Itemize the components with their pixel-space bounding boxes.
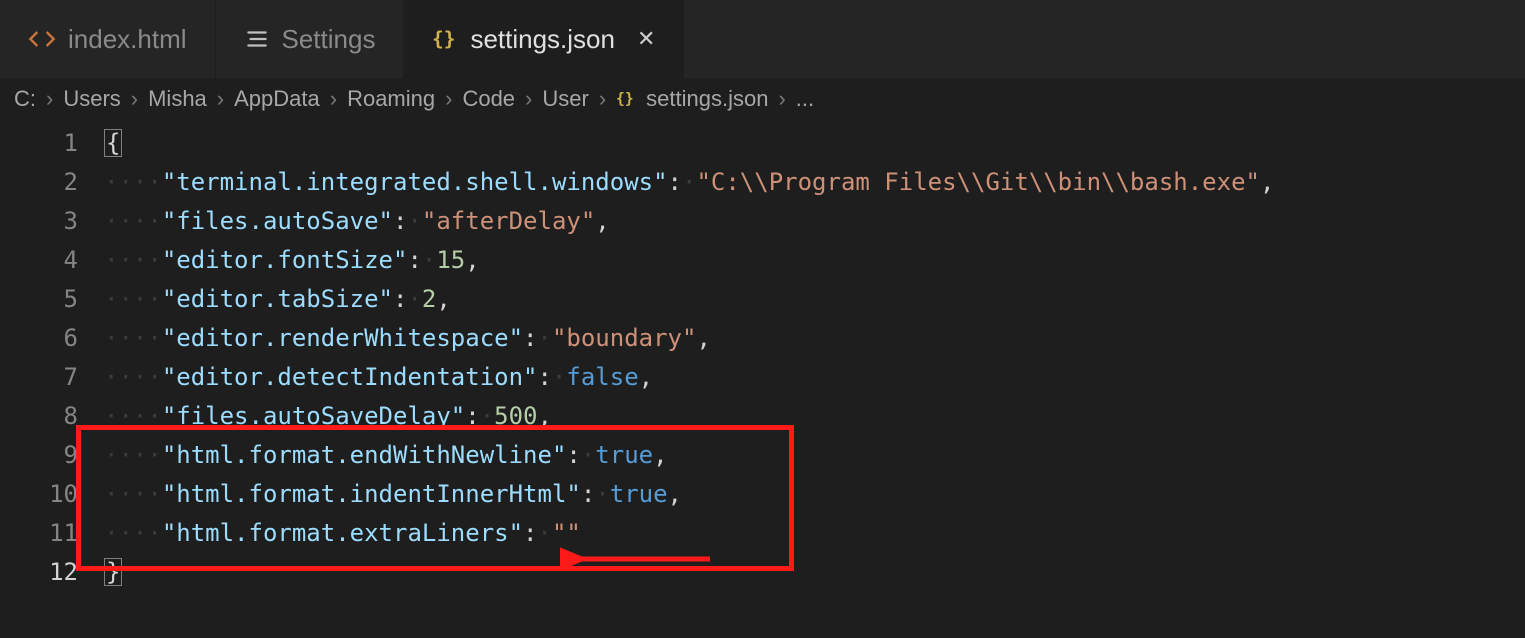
code-line[interactable]: } bbox=[104, 553, 1525, 592]
code-line[interactable]: ····"terminal.integrated.shell.windows":… bbox=[104, 163, 1525, 202]
code-editor[interactable]: 123456789101112 {····"terminal.integrate… bbox=[0, 120, 1525, 592]
tab-bar: index.html Settings {} settings.json ✕ bbox=[0, 0, 1525, 78]
code-line[interactable]: ····"files.autoSave":·"afterDelay", bbox=[104, 202, 1525, 241]
tab-label: index.html bbox=[68, 24, 187, 55]
line-number: 9 bbox=[0, 436, 78, 475]
line-number: 5 bbox=[0, 280, 78, 319]
crumb-file-label: settings.json bbox=[646, 86, 768, 112]
line-number: 6 bbox=[0, 319, 78, 358]
code-line[interactable]: ····"files.autoSaveDelay":·500, bbox=[104, 397, 1525, 436]
crumb[interactable]: C: bbox=[14, 86, 36, 112]
tab-settings[interactable]: Settings bbox=[216, 0, 405, 78]
json-file-icon: {} bbox=[616, 88, 638, 110]
line-number: 1 bbox=[0, 124, 78, 163]
code-content[interactable]: {····"terminal.integrated.shell.windows"… bbox=[104, 124, 1525, 592]
chevron-right-icon: › bbox=[131, 86, 138, 112]
chevron-right-icon: › bbox=[599, 86, 606, 112]
code-line[interactable]: { bbox=[104, 124, 1525, 163]
svg-text:{}: {} bbox=[432, 28, 455, 51]
line-number: 8 bbox=[0, 397, 78, 436]
line-number-gutter: 123456789101112 bbox=[0, 124, 104, 592]
line-number: 4 bbox=[0, 241, 78, 280]
breadcrumb: C: › Users › Misha › AppData › Roaming ›… bbox=[0, 78, 1525, 120]
code-line[interactable]: ····"html.format.endWithNewline":·true, bbox=[104, 436, 1525, 475]
tab-label: Settings bbox=[282, 24, 376, 55]
html-file-icon bbox=[28, 25, 56, 53]
tab-label: settings.json bbox=[470, 24, 615, 55]
crumb[interactable]: Users bbox=[63, 86, 120, 112]
close-icon[interactable]: ✕ bbox=[637, 26, 655, 52]
code-line[interactable]: ····"editor.detectIndentation":·false, bbox=[104, 358, 1525, 397]
line-number: 12 bbox=[0, 553, 78, 592]
code-line[interactable]: ····"editor.tabSize":·2, bbox=[104, 280, 1525, 319]
chevron-right-icon: › bbox=[330, 86, 337, 112]
chevron-right-icon: › bbox=[525, 86, 532, 112]
code-line[interactable]: ····"html.format.extraLiners":·"" bbox=[104, 514, 1525, 553]
chevron-right-icon: › bbox=[46, 86, 53, 112]
code-line[interactable]: ····"editor.fontSize":·15, bbox=[104, 241, 1525, 280]
tab-settings-json[interactable]: {} settings.json ✕ bbox=[404, 0, 684, 78]
crumb[interactable]: User bbox=[542, 86, 588, 112]
chevron-right-icon: › bbox=[778, 86, 785, 112]
tab-index-html[interactable]: index.html bbox=[0, 0, 216, 78]
crumb-file[interactable]: {} settings.json bbox=[616, 86, 768, 112]
code-line[interactable]: ····"editor.renderWhitespace":·"boundary… bbox=[104, 319, 1525, 358]
chevron-right-icon: › bbox=[217, 86, 224, 112]
crumb[interactable]: Roaming bbox=[347, 86, 435, 112]
line-number: 3 bbox=[0, 202, 78, 241]
crumb[interactable]: AppData bbox=[234, 86, 320, 112]
line-number: 11 bbox=[0, 514, 78, 553]
line-number: 10 bbox=[0, 475, 78, 514]
line-number: 2 bbox=[0, 163, 78, 202]
crumb[interactable]: Code bbox=[462, 86, 515, 112]
json-file-icon: {} bbox=[432, 26, 458, 52]
crumb-trailing[interactable]: ... bbox=[796, 86, 814, 112]
chevron-right-icon: › bbox=[445, 86, 452, 112]
line-number: 7 bbox=[0, 358, 78, 397]
svg-text:{}: {} bbox=[616, 91, 634, 108]
crumb[interactable]: Misha bbox=[148, 86, 207, 112]
settings-list-icon bbox=[244, 26, 270, 52]
code-line[interactable]: ····"html.format.indentInnerHtml":·true, bbox=[104, 475, 1525, 514]
